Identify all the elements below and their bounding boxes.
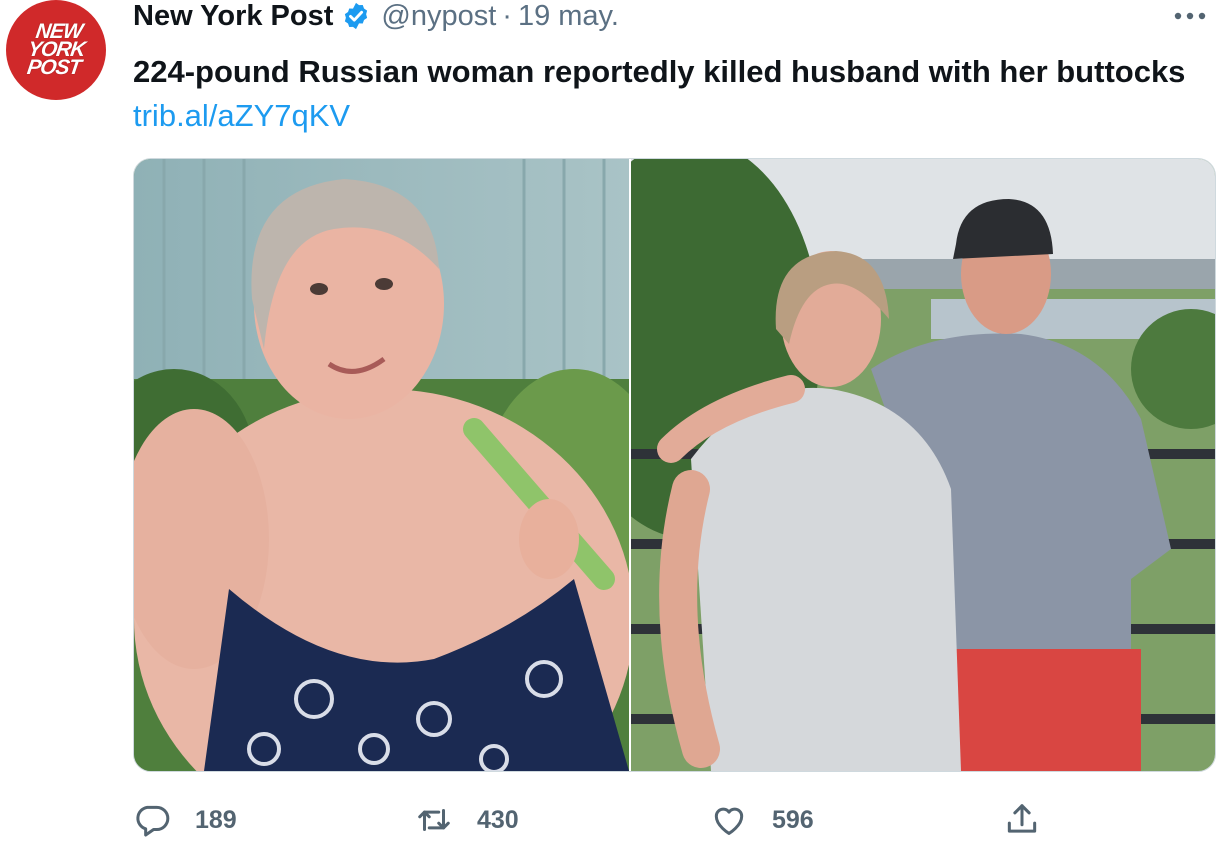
author-name[interactable]: New York Post (133, 0, 333, 33)
share-icon (1007, 804, 1037, 833)
tweet-header: New York Post @nypost · 19 may. (133, 0, 619, 32)
like-button[interactable]: 596 (710, 798, 814, 842)
tweet-body: 224-pound Russian woman reportedly kille… (133, 54, 1186, 89)
avatar[interactable]: NEW YORK POST (6, 0, 106, 100)
reply-count: 189 (195, 805, 237, 834)
retweet-count: 430 (477, 805, 519, 834)
photo-couple-right[interactable] (631, 159, 1215, 771)
like-count: 596 (772, 805, 814, 834)
separator-dot: · (502, 0, 512, 32)
more-options-icon[interactable] (1170, 6, 1210, 26)
share-button[interactable] (1003, 798, 1041, 842)
reply-button[interactable]: 189 (133, 798, 237, 842)
author-handle[interactable]: @nypost (381, 0, 496, 33)
tweet-actions: 189 430 596 (133, 798, 1214, 842)
tweet-media[interactable] (133, 158, 1216, 772)
retweet-button[interactable]: 430 (415, 798, 519, 842)
tweet-text: 224-pound Russian woman reportedly kille… (133, 50, 1193, 138)
retweet-icon (418, 808, 450, 832)
like-icon (714, 807, 744, 835)
photo-woman-left[interactable] (134, 159, 629, 771)
verified-badge-icon (345, 2, 368, 30)
reply-icon (136, 805, 170, 837)
tweet-link[interactable]: trib.al/aZY7qKV (133, 98, 350, 133)
tweet-date[interactable]: 19 may. (518, 0, 619, 33)
new-york-post-logo: NEW YORK POST (25, 20, 87, 79)
